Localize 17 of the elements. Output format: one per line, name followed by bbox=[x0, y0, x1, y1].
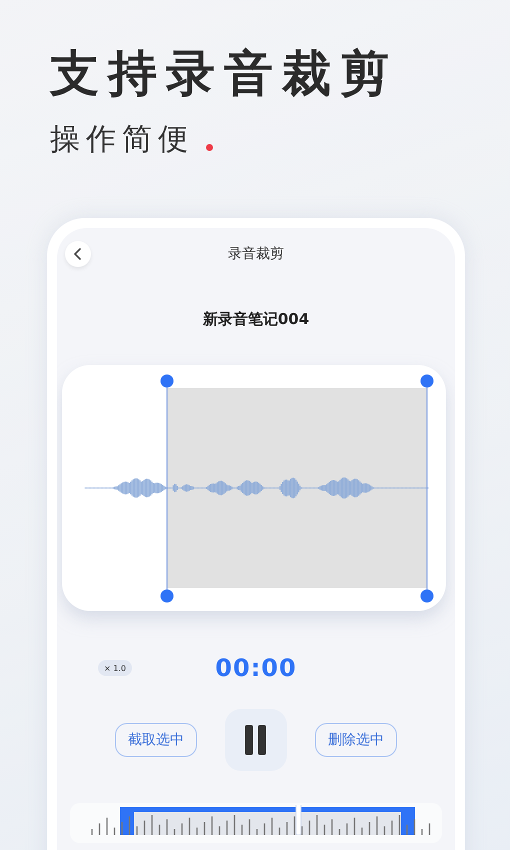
screen-title: 录音裁剪 bbox=[228, 245, 284, 263]
cut-selection-button[interactable]: 截取选中 bbox=[115, 723, 197, 757]
playback-time: 00:00 bbox=[215, 654, 297, 682]
trim-handle[interactable] bbox=[420, 374, 434, 388]
back-chevron-icon bbox=[73, 247, 83, 261]
back-button[interactable] bbox=[65, 241, 91, 267]
pause-icon bbox=[245, 725, 267, 755]
subtitle: 操作简便 bbox=[50, 121, 194, 159]
headline: 支持录音裁剪 bbox=[50, 44, 399, 104]
note-title: 新录音笔记004 bbox=[202, 310, 310, 329]
accent-dot bbox=[206, 144, 213, 151]
trim-handle[interactable] bbox=[160, 590, 174, 602]
delete-selection-button[interactable]: 删除选中 bbox=[315, 723, 397, 757]
pause-button[interactable] bbox=[225, 709, 287, 771]
trim-handle[interactable] bbox=[160, 374, 174, 388]
speed-badge[interactable]: × 1.0 bbox=[98, 660, 132, 676]
trim-handle[interactable] bbox=[420, 590, 434, 602]
